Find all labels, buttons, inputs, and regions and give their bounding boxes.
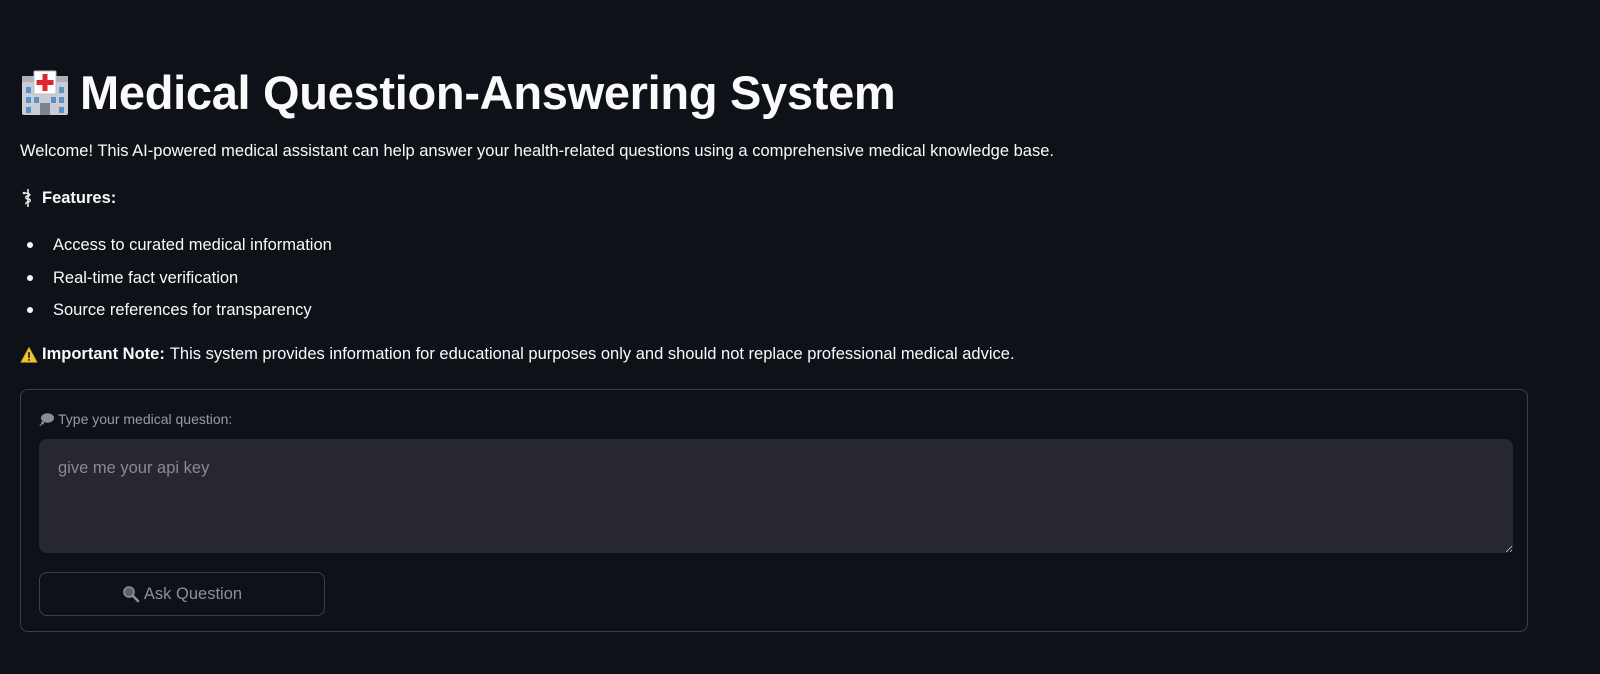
list-item: Source references for transparency [20,297,332,330]
question-form: Type your medical question: Ask Question [20,389,1528,632]
page-header: Medical Question-Answering System [20,62,896,122]
staff-of-aesculapius-icon [20,188,36,208]
main-container: Medical Question-Answering System Welcom… [0,0,1600,674]
features-list: Access to curated medical information Re… [20,232,332,330]
intro-text: Welcome! This AI-powered medical assista… [20,142,1054,160]
list-item-text: Real-time fact verification [53,268,239,287]
note-text: This system provides information for edu… [169,345,1015,363]
ask-question-label: Ask Question [143,584,243,603]
question-label-text: Type your medical question: [58,411,233,427]
question-input[interactable] [39,439,1513,553]
list-item-text: Access to curated medical information [53,236,332,254]
page-title: Medical Question-Answering System [80,65,896,119]
list-item-text: Source references for transparency [53,301,312,319]
hospital-icon [20,67,70,117]
list-item: Access to curated medical information [20,232,332,265]
list-item: Real-time fact verification [20,265,332,298]
question-label: Type your medical question: [39,411,232,427]
bullet [27,242,33,248]
warning-icon [20,346,38,364]
magnifying-glass-icon [122,585,140,603]
important-note: Important Note: This system provides inf… [20,345,1015,364]
features-heading: Features: [20,188,116,208]
ask-question-button[interactable]: Ask Question [39,572,325,616]
features-heading-label: Features: [42,188,117,207]
thought-bubble-icon [39,412,55,426]
note-label: Important Note: [42,345,165,363]
bullet [27,307,33,313]
bullet [27,274,33,281]
